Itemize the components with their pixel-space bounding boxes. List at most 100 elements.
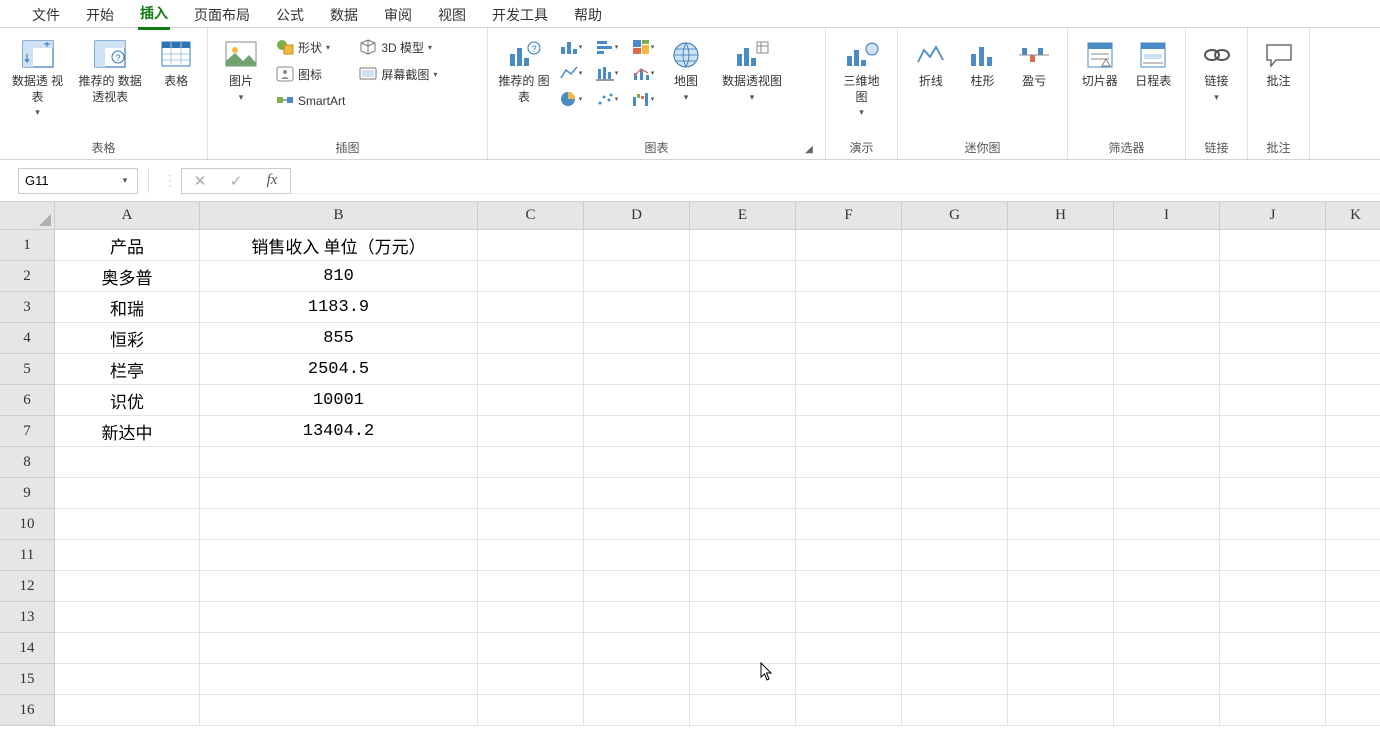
menu-视图[interactable]: 视图 — [436, 1, 468, 29]
pictures-button[interactable]: 图片 ▾ — [216, 36, 266, 105]
column-header-D[interactable]: D — [584, 202, 690, 230]
cell-B1[interactable]: 销售收入 单位（万元） — [200, 230, 478, 261]
cell-I2[interactable] — [1114, 261, 1220, 292]
cell-A14[interactable] — [55, 633, 200, 664]
cell-A7[interactable]: 新达中 — [55, 416, 200, 447]
cell-G5[interactable] — [902, 354, 1008, 385]
cell-E1[interactable] — [690, 230, 796, 261]
cell-J10[interactable] — [1220, 509, 1326, 540]
cancel-button[interactable]: ✕ — [182, 172, 218, 190]
scatter-chart-button[interactable]: ▾ — [594, 88, 620, 110]
row-header-14[interactable]: 14 — [0, 633, 55, 664]
menu-文件[interactable]: 文件 — [30, 1, 62, 29]
cell-G1[interactable] — [902, 230, 1008, 261]
row-header-8[interactable]: 8 — [0, 447, 55, 478]
row-header-6[interactable]: 6 — [0, 385, 55, 416]
cell-J3[interactable] — [1220, 292, 1326, 323]
cell-D5[interactable] — [584, 354, 690, 385]
cell-G11[interactable] — [902, 540, 1008, 571]
cell-B3[interactable]: 1183.9 — [200, 292, 478, 323]
cell-F13[interactable] — [796, 602, 902, 633]
cell-E4[interactable] — [690, 323, 796, 354]
cell-H15[interactable] — [1008, 664, 1114, 695]
cell-C13[interactable] — [478, 602, 584, 633]
cell-C4[interactable] — [478, 323, 584, 354]
name-box[interactable]: ▾ — [18, 168, 138, 194]
column-header-C[interactable]: C — [478, 202, 584, 230]
cell-E11[interactable] — [690, 540, 796, 571]
cell-A13[interactable] — [55, 602, 200, 633]
cell-D1[interactable] — [584, 230, 690, 261]
cell-F14[interactable] — [796, 633, 902, 664]
row-header-12[interactable]: 12 — [0, 571, 55, 602]
cell-G7[interactable] — [902, 416, 1008, 447]
cell-I4[interactable] — [1114, 323, 1220, 354]
cell-G4[interactable] — [902, 323, 1008, 354]
cell-F15[interactable] — [796, 664, 902, 695]
cell-C14[interactable] — [478, 633, 584, 664]
cell-G8[interactable] — [902, 447, 1008, 478]
cell-I15[interactable] — [1114, 664, 1220, 695]
cell-F6[interactable] — [796, 385, 902, 416]
cell-D7[interactable] — [584, 416, 690, 447]
pivotchart-button[interactable]: 数据透视图 ▾ — [716, 36, 788, 105]
cell-G14[interactable] — [902, 633, 1008, 664]
cell-D2[interactable] — [584, 261, 690, 292]
cell-J9[interactable] — [1220, 478, 1326, 509]
menu-帮助[interactable]: 帮助 — [572, 1, 604, 29]
row-header-11[interactable]: 11 — [0, 540, 55, 571]
cell-G10[interactable] — [902, 509, 1008, 540]
row-header-13[interactable]: 13 — [0, 602, 55, 633]
cell-K13[interactable] — [1326, 602, 1380, 633]
cell-B9[interactable] — [200, 478, 478, 509]
cell-A3[interactable]: 和瑞 — [55, 292, 200, 323]
cell-H16[interactable] — [1008, 695, 1114, 726]
row-header-1[interactable]: 1 — [0, 230, 55, 261]
column-header-G[interactable]: G — [902, 202, 1008, 230]
cell-C1[interactable] — [478, 230, 584, 261]
select-all-corner[interactable] — [0, 202, 55, 230]
cell-G9[interactable] — [902, 478, 1008, 509]
dialog-launcher-icon[interactable]: ◢ — [803, 144, 815, 156]
cell-I11[interactable] — [1114, 540, 1220, 571]
cell-K8[interactable] — [1326, 447, 1380, 478]
cell-H13[interactable] — [1008, 602, 1114, 633]
cell-C7[interactable] — [478, 416, 584, 447]
cell-J12[interactable] — [1220, 571, 1326, 602]
map-chart-button[interactable]: 地图 ▾ — [662, 36, 710, 105]
cell-E3[interactable] — [690, 292, 796, 323]
cell-K7[interactable] — [1326, 416, 1380, 447]
cell-G2[interactable] — [902, 261, 1008, 292]
cell-H8[interactable] — [1008, 447, 1114, 478]
column-header-A[interactable]: A — [55, 202, 200, 230]
row-header-10[interactable]: 10 — [0, 509, 55, 540]
cell-B13[interactable] — [200, 602, 478, 633]
cell-B7[interactable]: 13404.2 — [200, 416, 478, 447]
cell-H2[interactable] — [1008, 261, 1114, 292]
row-header-7[interactable]: 7 — [0, 416, 55, 447]
cell-A1[interactable]: 产品 — [55, 230, 200, 261]
smartart-button[interactable]: SmartArt — [272, 90, 349, 112]
recommended-pivot-button[interactable]: ? 推荐的 数据透视表 — [73, 36, 147, 107]
cell-D10[interactable] — [584, 509, 690, 540]
cell-H10[interactable] — [1008, 509, 1114, 540]
cell-J14[interactable] — [1220, 633, 1326, 664]
statistic-chart-button[interactable]: ▾ — [594, 62, 620, 84]
cell-H6[interactable] — [1008, 385, 1114, 416]
menu-开始[interactable]: 开始 — [84, 1, 116, 29]
cell-C6[interactable] — [478, 385, 584, 416]
menu-公式[interactable]: 公式 — [274, 1, 306, 29]
row-header-16[interactable]: 16 — [0, 695, 55, 726]
column-header-K[interactable]: K — [1326, 202, 1380, 230]
cell-D3[interactable] — [584, 292, 690, 323]
cell-H12[interactable] — [1008, 571, 1114, 602]
cell-F16[interactable] — [796, 695, 902, 726]
cell-C16[interactable] — [478, 695, 584, 726]
cell-E14[interactable] — [690, 633, 796, 664]
cell-J11[interactable] — [1220, 540, 1326, 571]
icons-button[interactable]: 图标 — [272, 63, 349, 85]
cell-I6[interactable] — [1114, 385, 1220, 416]
cell-K3[interactable] — [1326, 292, 1380, 323]
cell-K9[interactable] — [1326, 478, 1380, 509]
formula-input[interactable] — [291, 168, 1380, 194]
